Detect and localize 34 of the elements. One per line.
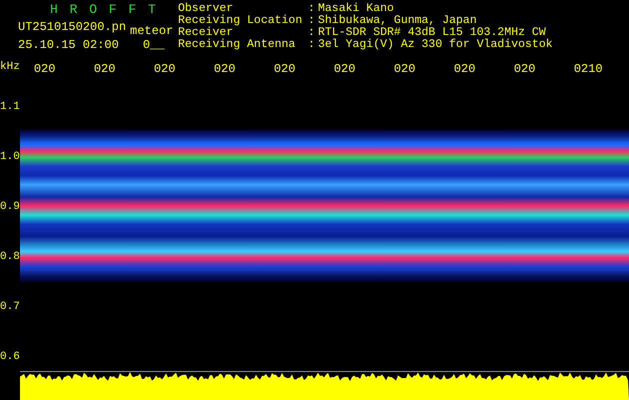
frequency-tick-label: 0.8 [0, 250, 20, 265]
colon-separator: : [308, 27, 316, 39]
file-name: UT2510150200.pn [18, 21, 126, 34]
time-tick-label: 020 [94, 62, 116, 76]
info-label: Receiver [178, 27, 234, 39]
info-label: Receiving Antenna [178, 39, 296, 51]
time-tick-label: 020 [514, 62, 536, 76]
info-value: Shibukawa, Gunma, Japan [318, 15, 477, 27]
time-tick-label: 020 [154, 62, 176, 76]
frequency-tick-label: 1.0 [0, 150, 20, 165]
colon-separator: : [308, 39, 316, 51]
info-label: Receiving Location [178, 15, 304, 27]
time-tick-label: 020 [274, 62, 296, 76]
colon-separator: : [308, 3, 316, 15]
info-value: RTL-SDR SDR# 43dB L15 103.2MHz CW [318, 27, 546, 39]
frequency-tick-label: 0.9 [0, 200, 20, 215]
time-tick-label: 020 [454, 62, 476, 76]
detection-tag: meteor [130, 25, 174, 38]
info-label: Observer [178, 3, 234, 15]
time-tick-label: 020 [394, 62, 416, 76]
info-value: 3el Yagi(V) Az 330 for Vladivostok [318, 39, 553, 51]
date-time: 25.10.15 02:00 [18, 39, 119, 52]
time-tick-label: 020 [34, 62, 56, 76]
time-tick-label: 0210 [574, 62, 604, 76]
info-value: Masaki Kano [318, 3, 394, 15]
app-title: H R O F F T [49, 3, 159, 16]
frequency-tick-label: 1.1 [0, 100, 20, 115]
time-tick-label: 020 [214, 62, 236, 76]
frequency-unit: kHz [0, 61, 20, 74]
colon-separator: : [308, 15, 316, 27]
frequency-tick-label: 0.7 [0, 300, 20, 315]
time-tick-label: 020 [334, 62, 356, 76]
frequency-tick-label: 0.6 [0, 350, 20, 365]
meteor-count: 0__ [142, 39, 164, 52]
